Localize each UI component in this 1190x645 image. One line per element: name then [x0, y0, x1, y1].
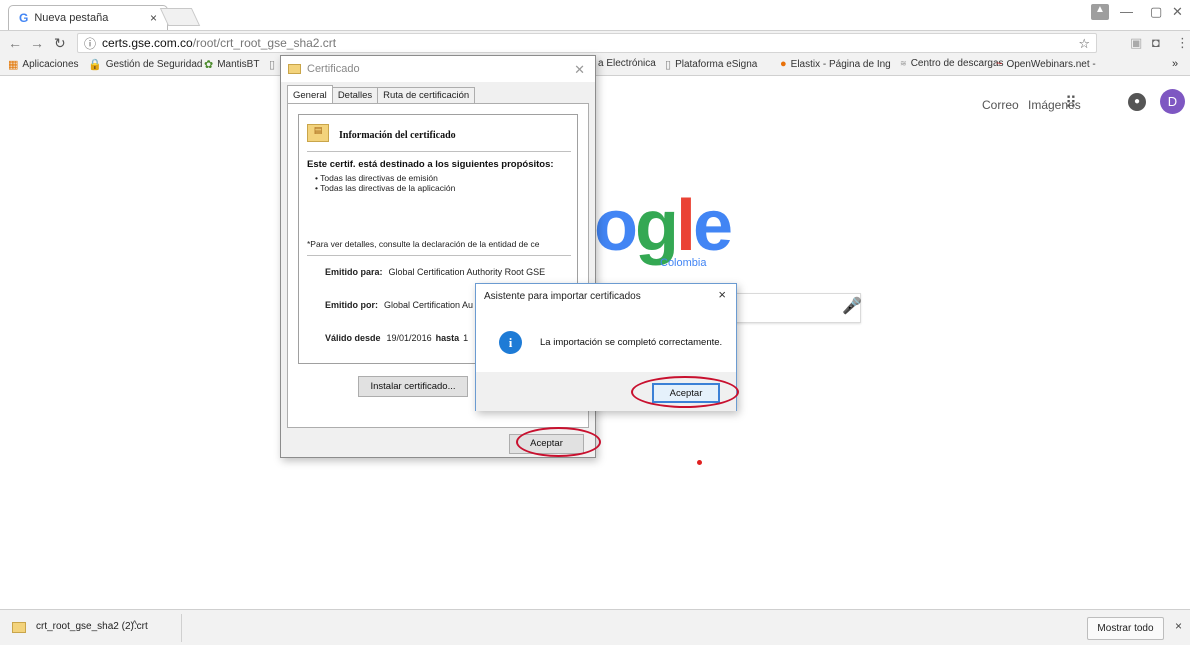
certificate-tabs: General Detalles Ruta de certificación [287, 85, 476, 104]
bookmark-item[interactable]: ≋ Centro de descargas [900, 58, 1004, 69]
validity-row: Válido desde 19/01/2016 hasta 1 [325, 333, 469, 343]
bookmark-item[interactable]: 🔒 Gestión de Seguridad [88, 58, 202, 71]
google-apps-icon[interactable]: ⠿ [1065, 93, 1077, 113]
info-icon: i [499, 331, 522, 354]
tab-certification-path[interactable]: Ruta de certificación [377, 87, 476, 103]
forward-icon[interactable]: → [30, 35, 44, 51]
bookmark-item[interactable]: a Electrónica [598, 58, 656, 69]
certificate-info-title: Información del certificado [339, 130, 456, 141]
microphone-icon[interactable]: 🎤 [842, 296, 862, 316]
elastix-icon: ● [780, 58, 787, 70]
mantis-icon: ✿ [204, 59, 214, 71]
gmail-link[interactable]: Correo [982, 98, 1019, 112]
bookmark-star-icon[interactable]: ☆ [1078, 36, 1090, 52]
import-success-message: La importación se completó correctamente… [540, 337, 723, 348]
maximize-icon[interactable]: ▢ [1150, 4, 1162, 20]
purpose-item: • Todas las directivas de la aplicación [315, 183, 456, 193]
bookmark-apps[interactable]: ▦ Aplicaciones [8, 58, 79, 71]
download-center-icon: ≋ [900, 59, 907, 68]
certificate-accept-button[interactable]: Aceptar [509, 434, 584, 454]
extension-2-icon[interactable]: ◘ [1152, 35, 1160, 50]
extension-icon[interactable]: ▣ [1130, 35, 1142, 51]
site-info-icon[interactable]: ⓘ [84, 35, 96, 52]
import-accept-button[interactable]: Aceptar [652, 383, 720, 403]
divider [307, 151, 571, 152]
certificate-icon [288, 64, 301, 74]
google-favicon-icon: G [19, 11, 29, 25]
chevron-up-icon[interactable]: ^ [132, 619, 137, 631]
bookmark-item[interactable]: ~ OpenWebinars.net - [996, 58, 1096, 70]
url-input[interactable]: ⓘ certs.gse.com.co/root/crt_root_gse_sha… [77, 33, 1097, 53]
menu-icon[interactable]: ⋮ [1176, 35, 1189, 51]
browser-tab[interactable]: G Nueva pestaña × [8, 5, 168, 30]
bookmark-item[interactable]: ✿ MantisBT [204, 58, 259, 71]
download-bar: crt_root_gse_sha2 (2).crt ^ Mostrar todo… [0, 609, 1190, 645]
download-bar-close-icon[interactable]: × [1175, 619, 1182, 633]
back-icon[interactable]: ← [8, 35, 22, 51]
install-certificate-button[interactable]: Instalar certificado... [358, 376, 468, 397]
reload-icon[interactable]: ↻ [54, 35, 66, 52]
certificate-titlebar: Certificado ✕ [281, 56, 595, 82]
divider [307, 255, 571, 256]
minimize-icon[interactable]: — [1120, 4, 1133, 19]
issued-to-row: Emitido para: Global Certification Author… [325, 267, 546, 277]
issued-by-row: Emitido por: Global Certification Au [325, 300, 474, 310]
address-bar: ← → ↻ ⓘ certs.gse.com.co/root/crt_root_g… [0, 30, 1190, 54]
show-all-button[interactable]: Mostrar todo [1087, 617, 1164, 640]
import-wizard-dialog: Asistente para importar certificados × i… [475, 283, 737, 411]
page-icon: ▯ [665, 59, 672, 71]
certificate-file-icon [12, 622, 26, 633]
red-dot-mark [697, 460, 702, 465]
tab-details[interactable]: Detalles [331, 87, 379, 103]
profile-icon[interactable]: ▲ [1091, 4, 1109, 20]
certificate-note: *Para ver detalles, consulte la declarac… [307, 239, 540, 249]
certificate-info-icon: ▤ [307, 124, 329, 142]
divider [181, 614, 182, 642]
tab-title: Nueva pestaña [34, 12, 109, 24]
certificate-dialog-title: Certificado [307, 63, 360, 75]
more-bookmarks-icon[interactable]: » [1172, 58, 1178, 70]
import-dialog-footer: Aceptar [476, 372, 736, 411]
url-path: /root/crt_root_gse_sha2.crt [192, 36, 337, 50]
google-logo: ogle [594, 186, 733, 266]
purpose-item: • Todas las directivas de emisión [315, 173, 438, 183]
download-file-name[interactable]: crt_root_gse_sha2 (2).crt [36, 621, 148, 632]
purpose-heading: Este certif. está destinado a los siguie… [307, 159, 554, 170]
bookmark-item[interactable]: ▯ [269, 58, 279, 71]
url-host: certs.gse.com.co [102, 36, 193, 50]
bookmark-item[interactable]: ● Elastix - Página de Ing [780, 58, 891, 70]
notifications-icon[interactable]: ● [1128, 93, 1146, 111]
page-icon: ▯ [269, 59, 276, 71]
tab-bar: G Nueva pestaña × ▲ — ▢ ✕ [0, 0, 1190, 30]
avatar[interactable]: D [1160, 89, 1185, 114]
window-close-icon[interactable]: ✕ [1172, 4, 1183, 20]
google-logo-country: Colombia [660, 257, 707, 269]
openwebinars-icon: ~ [996, 58, 1003, 70]
import-dialog-title: Asistente para importar certificados [484, 291, 641, 302]
lock-icon: 🔒 [88, 59, 102, 71]
tab-close-icon[interactable]: × [150, 11, 157, 25]
close-icon[interactable]: ✕ [574, 62, 585, 78]
bookmark-item[interactable]: ▯ Plataforma eSigna [665, 58, 757, 71]
apps-grid-icon: ▦ [8, 59, 19, 71]
close-icon[interactable]: × [718, 287, 726, 302]
tab-general[interactable]: General [287, 85, 333, 103]
